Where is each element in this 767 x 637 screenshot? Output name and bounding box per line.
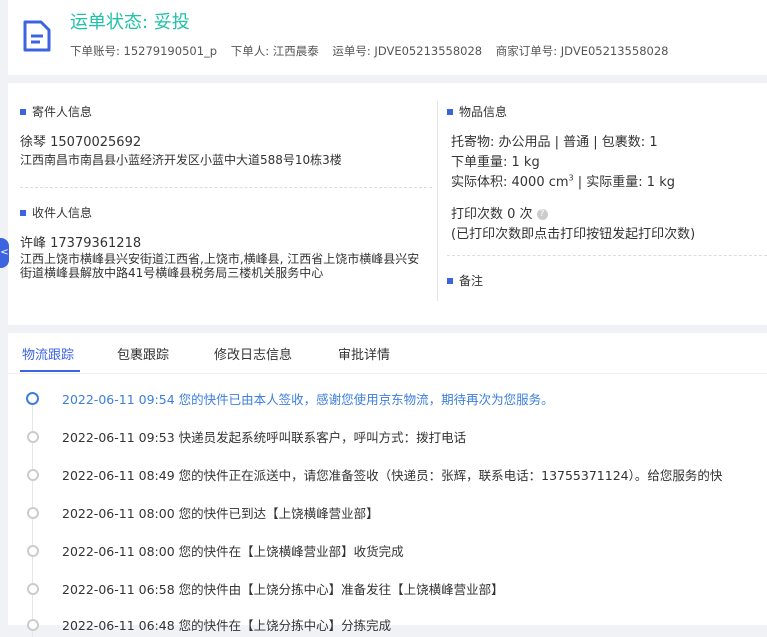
print-count-note: (已打印次数即点击打印按钮发起打印次数) bbox=[451, 227, 696, 242]
sender-address: 江西南昌市南昌县小蓝经济开发区小蓝中大道588号10栋3楼 bbox=[20, 153, 342, 167]
remark-section-title: 备注 bbox=[447, 272, 483, 289]
section-marker-icon bbox=[20, 209, 26, 216]
divider bbox=[447, 255, 767, 256]
section-marker-icon bbox=[447, 108, 453, 115]
tab-approval-details[interactable]: 审批详情 bbox=[338, 344, 390, 363]
timeline-text: 2022-06-11 08:00 您的快件已到达【上饶横峰营业部】 bbox=[62, 506, 379, 521]
document-icon bbox=[23, 20, 51, 52]
timeline-text: 2022-06-11 08:49 您的快件正在派送中，请您准备签收（快递员：张辉… bbox=[62, 468, 723, 483]
tracking-panel: 物流跟踪 包裹跟踪 修改日志信息 审批详情 2022-06-11 09:54 您… bbox=[8, 333, 767, 637]
section-marker-icon bbox=[447, 277, 453, 284]
shipment-info-panel: 寄件人信息 徐琴 15070025692 江西南昌市南昌县小蓝经济开发区小蓝中大… bbox=[8, 83, 767, 325]
collapse-sidebar-button[interactable]: < bbox=[0, 238, 9, 268]
receiver-address: 江西上饶市横峰县兴安街道江西省,上饶市,横峰县, 江西省上饶市横峰县兴安街道横峰… bbox=[20, 252, 420, 280]
timeline-dot-icon bbox=[27, 583, 39, 595]
tab-logistics-tracking[interactable]: 物流跟踪 bbox=[22, 344, 74, 363]
timeline-text: 2022-06-11 09:54 您的快件已由本人签收，感谢您使用京东物流，期待… bbox=[62, 392, 554, 407]
active-tab-indicator bbox=[20, 370, 80, 372]
section-marker-icon bbox=[20, 108, 26, 115]
merchant-order-number: 商家订单号: JDVE05213558028 bbox=[495, 44, 669, 58]
timeline-dot-icon bbox=[27, 507, 39, 519]
timeline-item: 2022-06-11 06:58 您的快件由【上饶分拣中心】准备发往【上饶横峰营… bbox=[8, 579, 767, 599]
receiver-section-title: 收件人信息 bbox=[20, 204, 92, 221]
timeline-dot-icon bbox=[27, 545, 39, 557]
order-weight: 下单重量: 1 kg bbox=[451, 155, 540, 170]
account-number: 下单账号: 15279190501_p bbox=[70, 44, 218, 58]
waybill-number: 运单号: JDVE05213558028 bbox=[332, 44, 483, 58]
timeline-dot-icon bbox=[26, 392, 39, 405]
divider bbox=[20, 187, 432, 188]
orderer-name: 下单人: 江西晨泰 bbox=[230, 44, 319, 58]
timeline-item: 2022-06-11 09:53 快递员发起系统呼叫联系客户，呼叫方式：拨打电话 bbox=[8, 427, 767, 447]
actual-volume-weight: 实际体积: 4000 cm3 | 实际重量: 1 kg bbox=[451, 173, 675, 190]
receiver-name-phone: 许峰 17379361218 bbox=[20, 236, 142, 251]
help-icon[interactable]: ? bbox=[536, 209, 548, 220]
timeline-item: 2022-06-11 06:48 您的快件在【上饶分拣中心】分拣完成 bbox=[8, 615, 767, 635]
timeline-dot-icon bbox=[27, 431, 39, 443]
goods-section-title: 物品信息 bbox=[447, 103, 507, 120]
timeline-item: 2022-06-11 08:00 您的快件在【上饶横峰营业部】收货完成 bbox=[8, 541, 767, 561]
waybill-status: 运单状态: 妥投 bbox=[70, 12, 190, 33]
timeline-text: 2022-06-11 09:53 快递员发起系统呼叫联系客户，呼叫方式：拨打电话 bbox=[62, 430, 467, 445]
order-meta: 下单账号: 15279190501_p 下单人: 江西晨泰 运单号: JDVE0… bbox=[70, 43, 678, 59]
goods-type: 托寄物: 办公用品 | 普通 | 包裹数: 1 bbox=[451, 135, 658, 150]
timeline-dot-icon bbox=[27, 619, 39, 631]
timeline-text: 2022-06-11 06:58 您的快件由【上饶分拣中心】准备发往【上饶横峰营… bbox=[62, 582, 504, 597]
timeline-dot-icon bbox=[27, 469, 39, 481]
sender-section-title: 寄件人信息 bbox=[20, 103, 92, 120]
column-divider bbox=[437, 101, 438, 301]
timeline-text: 2022-06-11 08:00 您的快件在【上饶横峰营业部】收货完成 bbox=[62, 544, 404, 559]
tab-package-tracking[interactable]: 包裹跟踪 bbox=[117, 344, 169, 363]
timeline-item: 2022-06-11 08:00 您的快件已到达【上饶横峰营业部】 bbox=[8, 503, 767, 523]
waybill-header: 运单状态: 妥投 下单账号: 15279190501_p 下单人: 江西晨泰 运… bbox=[8, 0, 767, 75]
tracking-tabs: 物流跟踪 包裹跟踪 修改日志信息 审批详情 bbox=[8, 333, 767, 374]
tab-change-log[interactable]: 修改日志信息 bbox=[214, 344, 292, 363]
timeline-item: 2022-06-11 08:49 您的快件正在派送中，请您准备签收（快递员：张辉… bbox=[8, 465, 767, 485]
sender-name-phone: 徐琴 15070025692 bbox=[20, 135, 142, 150]
timeline-item: 2022-06-11 09:54 您的快件已由本人签收，感谢您使用京东物流，期待… bbox=[8, 389, 767, 409]
print-count: 打印次数 0 次? bbox=[451, 203, 548, 222]
